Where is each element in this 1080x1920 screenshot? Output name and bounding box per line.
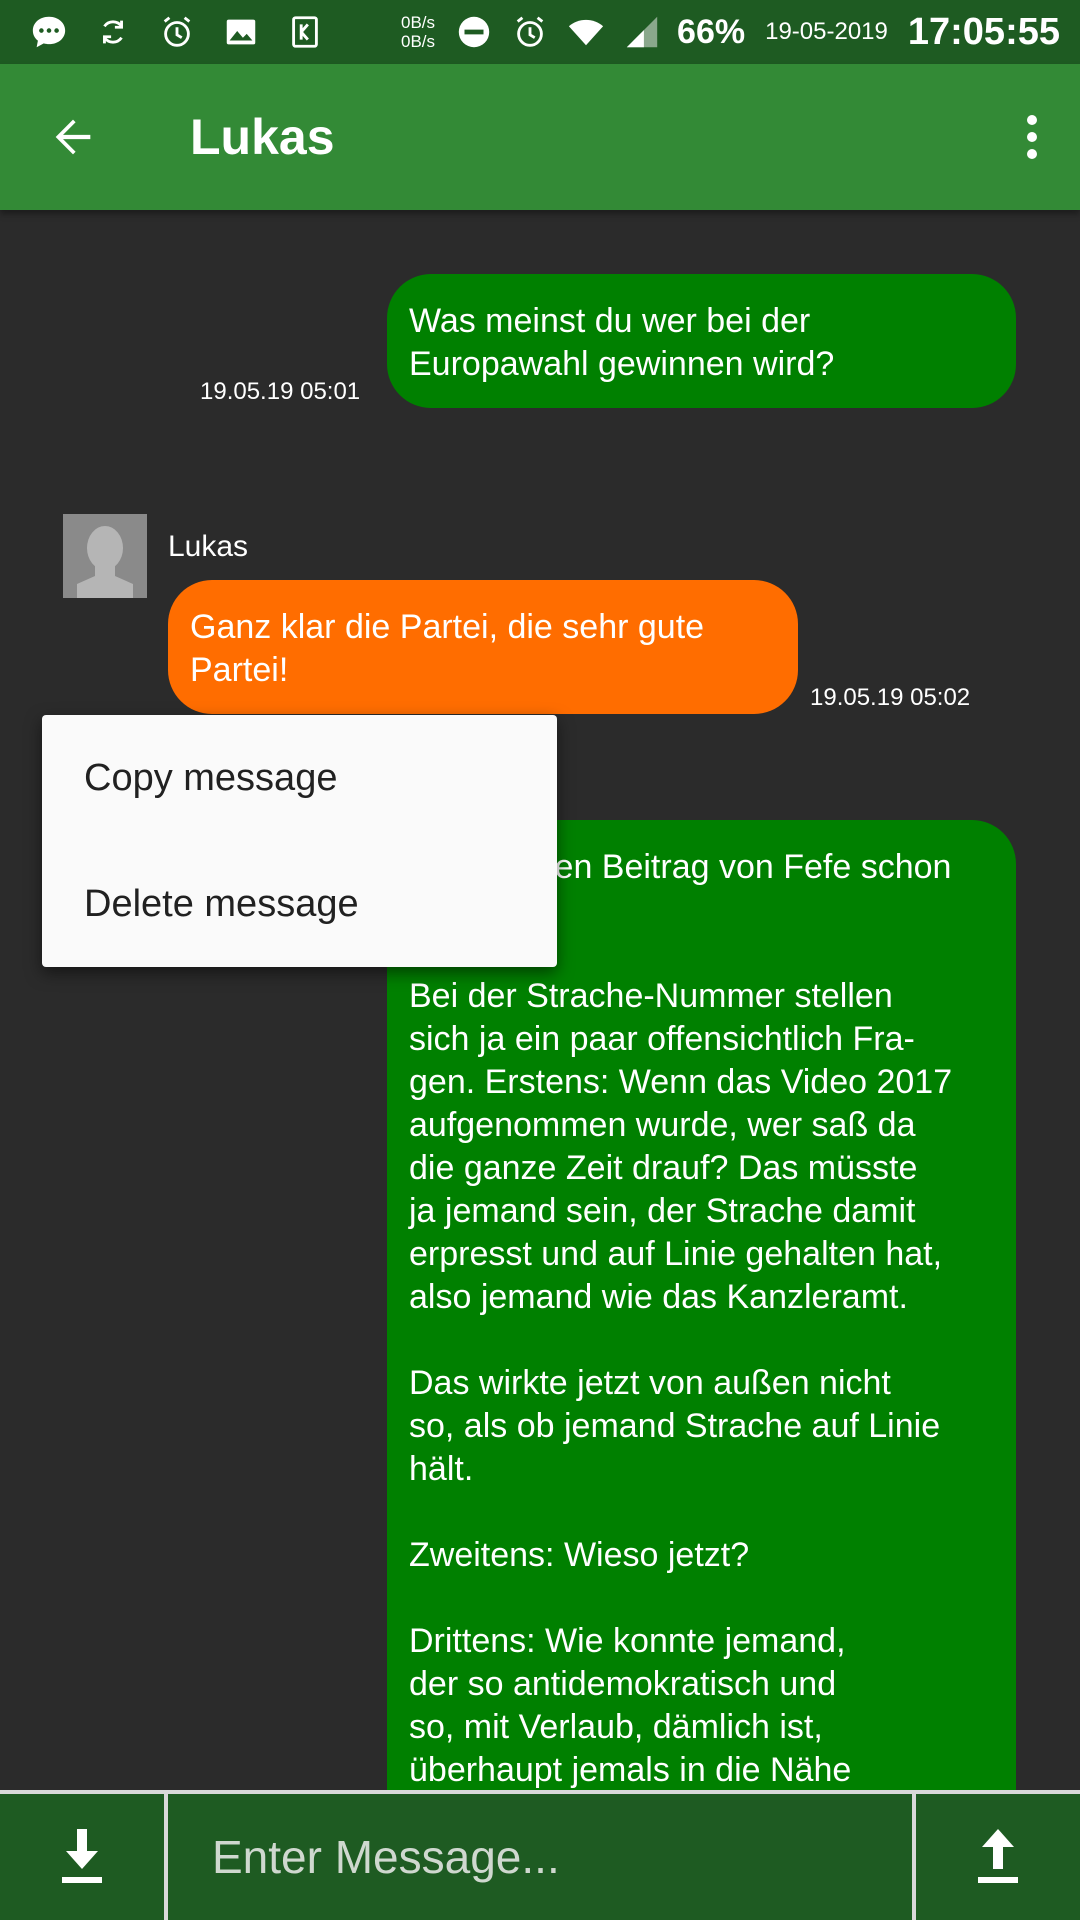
- cell-signal-icon: [621, 11, 663, 53]
- upload-button[interactable]: [912, 1794, 1080, 1920]
- sender-name: Lukas: [168, 530, 249, 563]
- app-k-icon: [284, 11, 326, 53]
- do-not-disturb-icon: [453, 11, 495, 53]
- status-date: 19-05-2019: [765, 18, 888, 45]
- alarm-icon: [156, 11, 198, 53]
- delete-message-menu-item[interactable]: Delete message: [42, 851, 557, 977]
- status-bar: 0B/s 0B/s 66% 19-05-2019 17:05:55: [0, 0, 1080, 64]
- arrow-back-icon: [55, 119, 91, 155]
- chat-notification-icon: [28, 11, 70, 53]
- person-silhouette-icon: [63, 514, 147, 598]
- message-context-menu: Copy message Delete message: [42, 715, 557, 967]
- chat-screen: 0B/s 0B/s 66% 19-05-2019 17:05:55 Lukas: [0, 0, 1080, 1920]
- copy-message-menu-item[interactable]: Copy message: [42, 725, 557, 851]
- avatar[interactable]: [63, 514, 147, 598]
- overflow-menu-button[interactable]: [984, 64, 1080, 210]
- message-timestamp: 19.05.19 05:01: [200, 378, 361, 405]
- download-button[interactable]: [0, 1794, 168, 1920]
- download-icon: [62, 1829, 102, 1883]
- conversation-title: Lukas: [190, 109, 335, 165]
- network-speed: 0B/s 0B/s: [401, 13, 436, 51]
- app-bar: Lukas: [0, 64, 1080, 210]
- message-timestamp: 19.05.19 05:02: [810, 684, 971, 711]
- message-input[interactable]: [168, 1794, 912, 1920]
- status-time: 17:05:55: [907, 10, 1060, 53]
- upload-icon: [978, 1829, 1018, 1883]
- image-icon: [220, 11, 262, 53]
- back-button[interactable]: [0, 64, 146, 210]
- outgoing-message-bubble[interactable]: Was meinst du wer bei der Europawahl gew…: [387, 274, 1016, 408]
- alarm-icon: [509, 11, 551, 53]
- wifi-icon: [565, 11, 607, 53]
- incoming-message-bubble[interactable]: Ganz klar die Partei, die sehr gute Part…: [168, 580, 798, 714]
- more-vert-icon: [1027, 115, 1037, 159]
- message-composer: [0, 1790, 1080, 1920]
- sync-icon: [92, 11, 134, 53]
- battery-level: 66%: [677, 12, 746, 51]
